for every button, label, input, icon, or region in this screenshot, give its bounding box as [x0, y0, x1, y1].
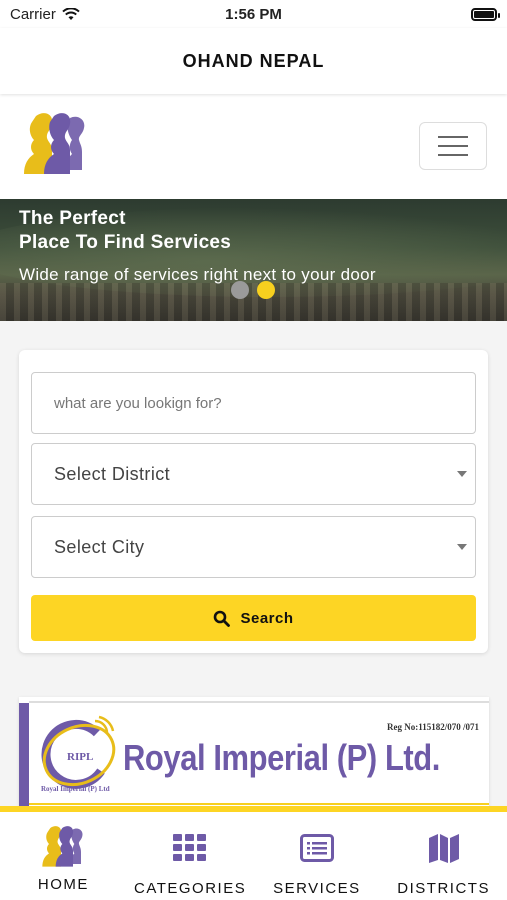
tab-home[interactable]: HOME — [0, 812, 127, 900]
carousel-dots — [231, 281, 275, 299]
map-icon — [428, 824, 460, 872]
nav-bar: OHAND NEPAL — [0, 28, 507, 94]
tab-categories-label: CATEGORIES — [134, 880, 247, 897]
tab-districts-label: DISTRICTS — [397, 880, 490, 897]
ad-accent-stripe — [19, 703, 29, 815]
page-title: OHAND NEPAL — [182, 50, 325, 71]
ad-reg-number: Reg No:115182/070 /071 — [387, 722, 479, 732]
chevron-down-icon — [457, 471, 467, 477]
carousel-dot-active[interactable] — [257, 281, 275, 299]
divider — [29, 701, 489, 703]
home-logo-icon — [40, 824, 86, 872]
city-select-value: Select City — [54, 536, 145, 557]
chevron-down-icon — [457, 544, 467, 550]
carrier-label: Carrier — [10, 5, 56, 23]
carousel-dot[interactable] — [231, 281, 249, 299]
ad-banner[interactable]: Reg No:115182/070 /071 RIPL Royal Imperi… — [19, 697, 489, 815]
district-select-value: Select District — [54, 463, 171, 484]
site-header — [0, 94, 507, 199]
tab-services-label: SERVICES — [273, 880, 361, 897]
divider — [29, 803, 489, 805]
status-left: Carrier — [10, 6, 80, 23]
search-icon — [214, 610, 231, 627]
tab-home-label: HOME — [37, 876, 89, 893]
bottom-tab-bar: HOME CATEGORIES SERVICES DISTRICTS — [0, 806, 507, 900]
search-card: what are you lookign for? Select Distric… — [19, 350, 488, 653]
search-button[interactable]: Search — [31, 595, 476, 641]
battery-icon — [471, 7, 500, 21]
hero-title-line1: The Perfect — [19, 208, 126, 229]
hamburger-bar — [438, 154, 468, 156]
wifi-icon — [62, 7, 80, 20]
company-logo-text: RIPL — [67, 751, 93, 763]
hero-banner[interactable]: The Perfect Place To Find Services Wide … — [0, 199, 507, 321]
hamburger-bar — [438, 145, 468, 147]
search-button-label: Search — [240, 609, 294, 627]
list-card-icon — [299, 824, 334, 872]
hero-title-line2: Place To Find Services — [19, 232, 232, 253]
menu-toggle-button[interactable] — [419, 122, 487, 170]
district-select[interactable]: Select District — [31, 443, 476, 505]
tab-districts[interactable]: DISTRICTS — [380, 812, 507, 900]
search-input-placeholder: what are you lookign for? — [54, 394, 222, 412]
tab-categories[interactable]: CATEGORIES — [127, 812, 254, 900]
search-input[interactable]: what are you lookign for? — [31, 372, 476, 434]
ad-company-name: Royal Imperial (P) Ltd. — [123, 737, 440, 778]
hero-title: The Perfect Place To Find Services — [19, 207, 231, 255]
city-select[interactable]: Select City — [31, 516, 476, 578]
hamburger-bar — [438, 136, 468, 138]
brand-logo-icon[interactable] — [22, 110, 88, 182]
status-bar: Carrier 1:56 PM — [0, 0, 507, 28]
grid-icon — [173, 824, 207, 872]
hero-subtitle: Wide range of services right next to you… — [19, 265, 376, 284]
company-logo-caption: Royal Imperial (P) Ltd — [41, 785, 110, 793]
tab-services[interactable]: SERVICES — [254, 812, 381, 900]
